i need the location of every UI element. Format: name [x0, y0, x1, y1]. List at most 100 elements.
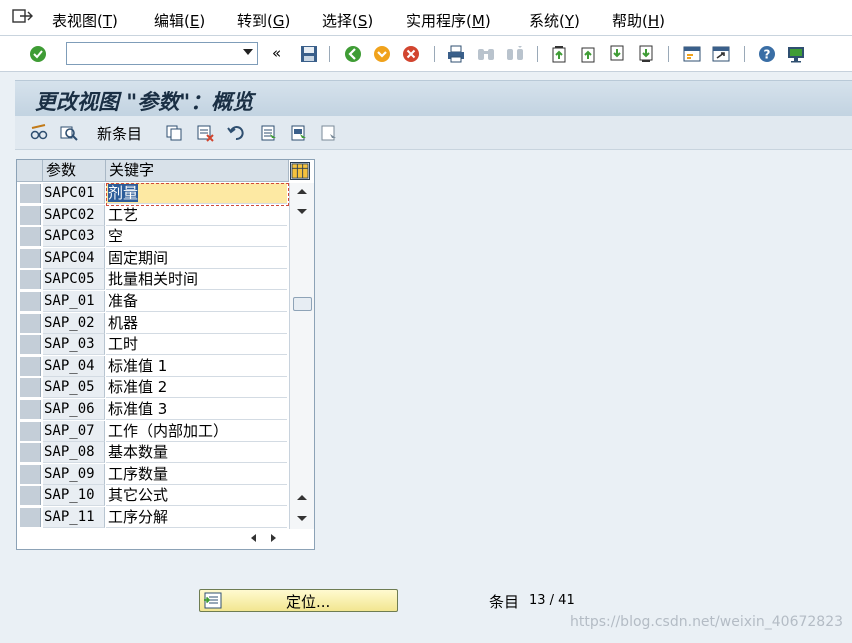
table-row[interactable]: SAPC03 空 [17, 226, 287, 248]
row-selector[interactable] [20, 313, 41, 333]
help-icon[interactable]: ? [757, 44, 777, 64]
previous-page-icon[interactable] [578, 44, 598, 64]
cancel-icon[interactable] [401, 44, 421, 64]
table-row[interactable]: SAP_06 标准值 3 [17, 399, 287, 421]
row-selector[interactable] [20, 508, 41, 527]
menu-item-help[interactable]: 帮助(H) [612, 10, 665, 31]
scroll-up-icon[interactable] [297, 189, 307, 194]
select-all-icon[interactable] [260, 124, 278, 142]
keyword-cell[interactable]: 固定期间 [106, 247, 287, 269]
display-change-glasses-icon[interactable] [30, 124, 48, 142]
delete-icon[interactable] [197, 124, 215, 142]
column-header-param[interactable]: 参数 [43, 160, 106, 182]
keyword-cell[interactable]: 基本数量 [106, 442, 287, 464]
row-selector[interactable] [20, 270, 41, 290]
keyword-cell[interactable]: 工序分解 [106, 507, 287, 528]
keyword-cell[interactable]: 剂量 [106, 183, 287, 204]
keyword-cell[interactable]: 标准值 2 [106, 377, 287, 399]
menu-item-selection[interactable]: 选择(S) [322, 10, 373, 31]
horizontal-scrollbar[interactable] [243, 530, 287, 546]
table-row[interactable]: SAP_05 标准值 2 [17, 377, 287, 399]
menu-item-utilities[interactable]: 实用程序(M) [406, 10, 491, 31]
display-magnifier-icon[interactable] [60, 124, 78, 142]
keyword-cell[interactable]: 标准值 1 [106, 355, 287, 377]
table-row[interactable]: SAP_07 工作（内部加工） [17, 420, 287, 443]
table-row[interactable]: SAPC01 剂量 [17, 183, 287, 205]
find-icon[interactable] [476, 44, 496, 64]
table-row[interactable]: SAP_09 工序数量 [17, 463, 287, 486]
create-session-icon[interactable] [682, 44, 702, 64]
keyword-cell[interactable]: 工作（内部加工） [106, 420, 287, 442]
keyword-cell[interactable]: 工时 [106, 334, 287, 356]
keyword-cell[interactable]: 工序数量 [106, 463, 287, 485]
menu-exit-icon[interactable] [12, 9, 34, 25]
select-all-header-cell[interactable] [17, 160, 43, 182]
next-page-icon[interactable] [607, 44, 627, 64]
copy-as-icon[interactable] [165, 124, 183, 142]
row-selector[interactable] [20, 227, 41, 247]
keyword-cell[interactable]: 批量相关时间 [106, 269, 287, 291]
table-row[interactable]: SAPC04 固定期间 [17, 247, 287, 270]
exit-icon[interactable] [372, 44, 392, 64]
table-row[interactable]: SAP_11 工序分解 [17, 507, 287, 529]
customize-layout-icon[interactable] [786, 44, 806, 64]
history-chevron-icon[interactable]: « [272, 44, 281, 62]
save-icon[interactable] [299, 44, 319, 64]
back-icon[interactable] [343, 44, 363, 64]
keyword-cell[interactable]: 机器 [106, 312, 287, 334]
table-row[interactable]: SAPC02 工艺 [17, 204, 287, 227]
find-next-icon[interactable] [505, 44, 525, 64]
table-row[interactable]: SAP_02 机器 [17, 312, 287, 335]
scroll-right-icon[interactable] [271, 534, 276, 542]
row-selector[interactable] [20, 205, 41, 225]
command-dropdown-arrow-icon[interactable] [243, 49, 253, 55]
keyword-cell[interactable]: 标准值 3 [106, 399, 287, 420]
menu-item-system[interactable]: 系统(Y) [529, 10, 580, 31]
undo-change-icon[interactable] [227, 124, 245, 142]
row-selector[interactable] [20, 356, 41, 376]
new-entries-button[interactable]: 新条目 [97, 123, 142, 144]
table-row[interactable]: SAP_10 其它公式 [17, 485, 287, 507]
keyword-cell[interactable]: 准备 [106, 291, 287, 312]
table-settings-icon[interactable] [290, 162, 310, 180]
row-selector[interactable] [20, 335, 41, 355]
keyword-cell[interactable]: 工艺 [106, 204, 287, 226]
table-row[interactable]: SAP_08 基本数量 [17, 442, 287, 464]
first-page-icon[interactable] [549, 44, 569, 64]
scroll-down-icon[interactable] [297, 516, 307, 521]
deselect-all-icon[interactable] [320, 124, 338, 142]
row-selector[interactable] [20, 421, 41, 441]
row-selector[interactable] [20, 248, 41, 268]
position-button[interactable]: 定位... [199, 589, 398, 612]
select-block-icon[interactable] [290, 124, 308, 142]
table-row[interactable]: SAP_03 工时 [17, 334, 287, 356]
row-selector[interactable] [20, 378, 41, 398]
table-row[interactable]: SAP_01 准备 [17, 291, 287, 313]
keyword-cell[interactable]: 空 [106, 226, 287, 248]
menu-item-goto[interactable]: 转到(G) [237, 10, 290, 31]
keyword-cell-text: 批量相关时间 [108, 270, 199, 289]
last-page-icon[interactable] [636, 44, 656, 64]
table-row[interactable]: SAPC05 批量相关时间 [17, 269, 287, 291]
column-header-keyword[interactable]: 关键字 [106, 160, 289, 182]
row-selector[interactable] [20, 400, 41, 419]
position-button-label: 定位... [286, 593, 331, 611]
table-row[interactable]: SAP_04 标准值 1 [17, 355, 287, 378]
row-selector[interactable] [20, 464, 41, 484]
row-selector[interactable] [20, 486, 41, 506]
command-field[interactable] [66, 42, 258, 65]
row-selector[interactable] [20, 292, 41, 311]
shortcut-icon[interactable] [711, 44, 731, 64]
scroll-left-icon[interactable] [251, 534, 256, 542]
menu-item-edit[interactable]: 编辑(E) [154, 10, 205, 31]
scroll-page-up-icon[interactable] [297, 495, 307, 500]
menu-item-table-view[interactable]: 表视图(T) [52, 10, 118, 31]
scroll-thumb[interactable] [293, 297, 312, 311]
vertical-scrollbar[interactable] [289, 183, 314, 529]
keyword-cell[interactable]: 其它公式 [106, 485, 287, 507]
scroll-page-down-icon[interactable] [297, 209, 307, 214]
enter-check-icon[interactable] [28, 44, 48, 64]
row-selector[interactable] [20, 443, 41, 463]
row-selector[interactable] [20, 184, 41, 203]
print-icon[interactable] [446, 44, 466, 64]
